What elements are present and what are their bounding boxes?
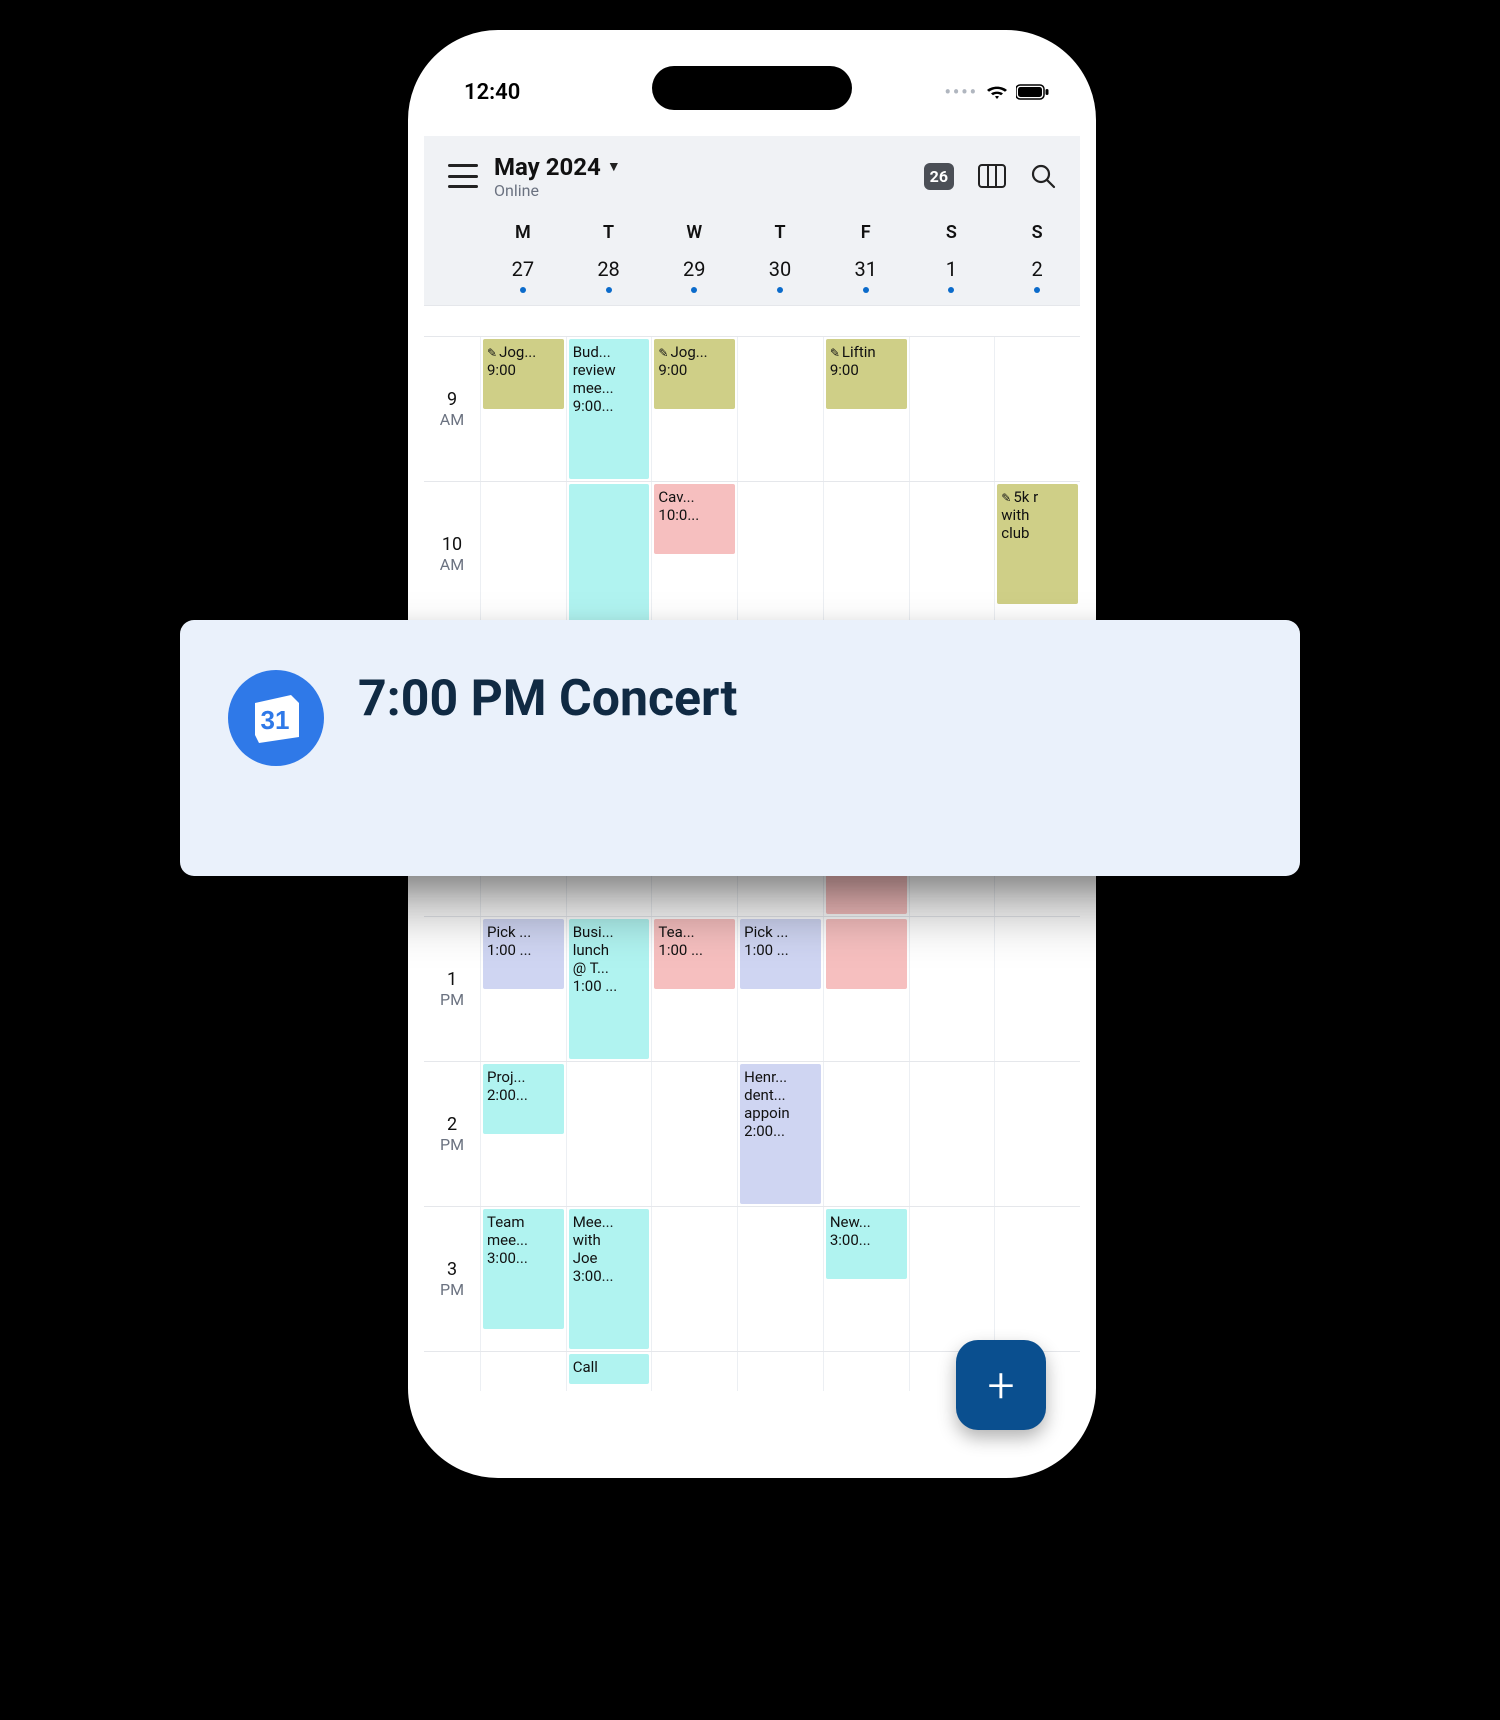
hour-label [424, 1352, 480, 1391]
hour-row-2pm: 2PM Proj... 2:00... Henr... dent... appo… [424, 1061, 1080, 1206]
today-date-button[interactable]: 26 [924, 163, 954, 190]
event-cav[interactable]: Cav... 10:0... [654, 484, 735, 554]
notification-text: 7:00 PM Concert [358, 670, 737, 728]
dow-tue: T [566, 222, 652, 243]
event-new-fri[interactable]: New... 3:00... [826, 1209, 907, 1279]
event-project[interactable]: Proj... 2:00... [483, 1064, 564, 1134]
search-icon[interactable] [1030, 163, 1056, 189]
pencil-icon: ✎ [487, 346, 497, 360]
event-dot-icon [606, 287, 612, 293]
dow-sun: S [994, 222, 1080, 243]
event-business-lunch[interactable]: Busi... lunch @ T... 1:00 ... [569, 919, 650, 1059]
phone-notch [652, 66, 852, 110]
event-jog-wed[interactable]: ✎Jog... 9:00 [654, 339, 735, 409]
event-dot-icon [1034, 287, 1040, 293]
pencil-icon: ✎ [1001, 491, 1011, 505]
dow-sat: S [909, 222, 995, 243]
pencil-icon: ✎ [658, 346, 668, 360]
event-dot-icon [863, 287, 869, 293]
battery-icon [1016, 84, 1050, 100]
online-status: Online [494, 181, 621, 200]
hour-label: 2PM [424, 1062, 480, 1206]
event-call[interactable]: Call [569, 1354, 650, 1384]
chevron-down-icon: ▼ [607, 158, 621, 175]
event-jog-mon[interactable]: ✎Jog... 9:00 [483, 339, 564, 409]
add-event-fab[interactable]: + [956, 1340, 1046, 1430]
event-pick-thu[interactable]: Pick ... 1:00 ... [740, 919, 821, 989]
event-tea[interactable]: Tea... 1:00 ... [654, 919, 735, 989]
calendar-app-icon: 31 [228, 670, 324, 766]
day-31[interactable]: 31 [823, 257, 909, 281]
event-dot-icon [520, 287, 526, 293]
event-budget-review[interactable]: Bud... review mee... 9:00... [569, 339, 650, 479]
event-team-meeting[interactable]: Team mee... 3:00... [483, 1209, 564, 1329]
day-27[interactable]: 27 [480, 257, 566, 281]
pencil-icon: ✎ [830, 346, 840, 360]
svg-text:31: 31 [261, 705, 290, 735]
event-dot-icon [691, 287, 697, 293]
hour-row-9am: 9AM ✎Jog... 9:00 Bud... review mee... 9:… [424, 336, 1080, 481]
app-header: May 2024 ▼ Online 26 [424, 136, 1080, 216]
day-29[interactable]: 29 [651, 257, 737, 281]
dow-wed: W [651, 222, 737, 243]
plus-icon: + [987, 1357, 1014, 1414]
day-2[interactable]: 2 [994, 257, 1080, 281]
status-right: •••• [944, 82, 1050, 103]
hour-row-3pm: 3PM Team mee... 3:00... Mee... with Joe … [424, 1206, 1080, 1351]
status-time: 12:40 [464, 80, 520, 105]
hour-label: 10AM [424, 482, 480, 626]
hour-label: 1PM [424, 917, 480, 1061]
dow-mon: M [480, 222, 566, 243]
notification-card[interactable]: 31 7:00 PM Concert [180, 620, 1300, 876]
header-title-block[interactable]: May 2024 ▼ Online [494, 153, 621, 200]
hour-row-1pm: 1PM Pick ... 1:00 ... Busi... lunch @ T.… [424, 916, 1080, 1061]
event-5k-run[interactable]: ✎5k r with club [997, 484, 1078, 604]
event-dot-icon [777, 287, 783, 293]
event-dot-icon [948, 287, 954, 293]
event-meeting-joe[interactable]: Mee... with Joe 3:00... [569, 1209, 650, 1349]
event-budget-review-cont[interactable] [569, 484, 650, 624]
cellular-dots-icon: •••• [944, 82, 978, 103]
day-1[interactable]: 1 [909, 257, 995, 281]
hamburger-menu-icon[interactable] [448, 164, 478, 188]
month-title: May 2024 [494, 153, 601, 181]
week-day-strip: M T W T F S S 27 28 29 30 31 1 2 [424, 216, 1080, 306]
event-pick-mon[interactable]: Pick ... 1:00 ... [483, 919, 564, 989]
dow-fri: F [823, 222, 909, 243]
hour-label: 9AM [424, 337, 480, 481]
view-mode-icon[interactable] [978, 164, 1006, 188]
dow-thu: T [737, 222, 823, 243]
day-30[interactable]: 30 [737, 257, 823, 281]
hour-label: 3PM [424, 1207, 480, 1351]
hour-row-10am: 10AM Cav... 10:0... ✎5k r with club [424, 481, 1080, 626]
event-lifting-fri[interactable]: ✎Liftin 9:00 [826, 339, 907, 409]
day-28[interactable]: 28 [566, 257, 652, 281]
event-fri12-rep-cont[interactable] [826, 919, 907, 989]
event-henry-dentist[interactable]: Henr... dent... appoin 2:00... [740, 1064, 821, 1204]
wifi-icon [986, 84, 1008, 100]
